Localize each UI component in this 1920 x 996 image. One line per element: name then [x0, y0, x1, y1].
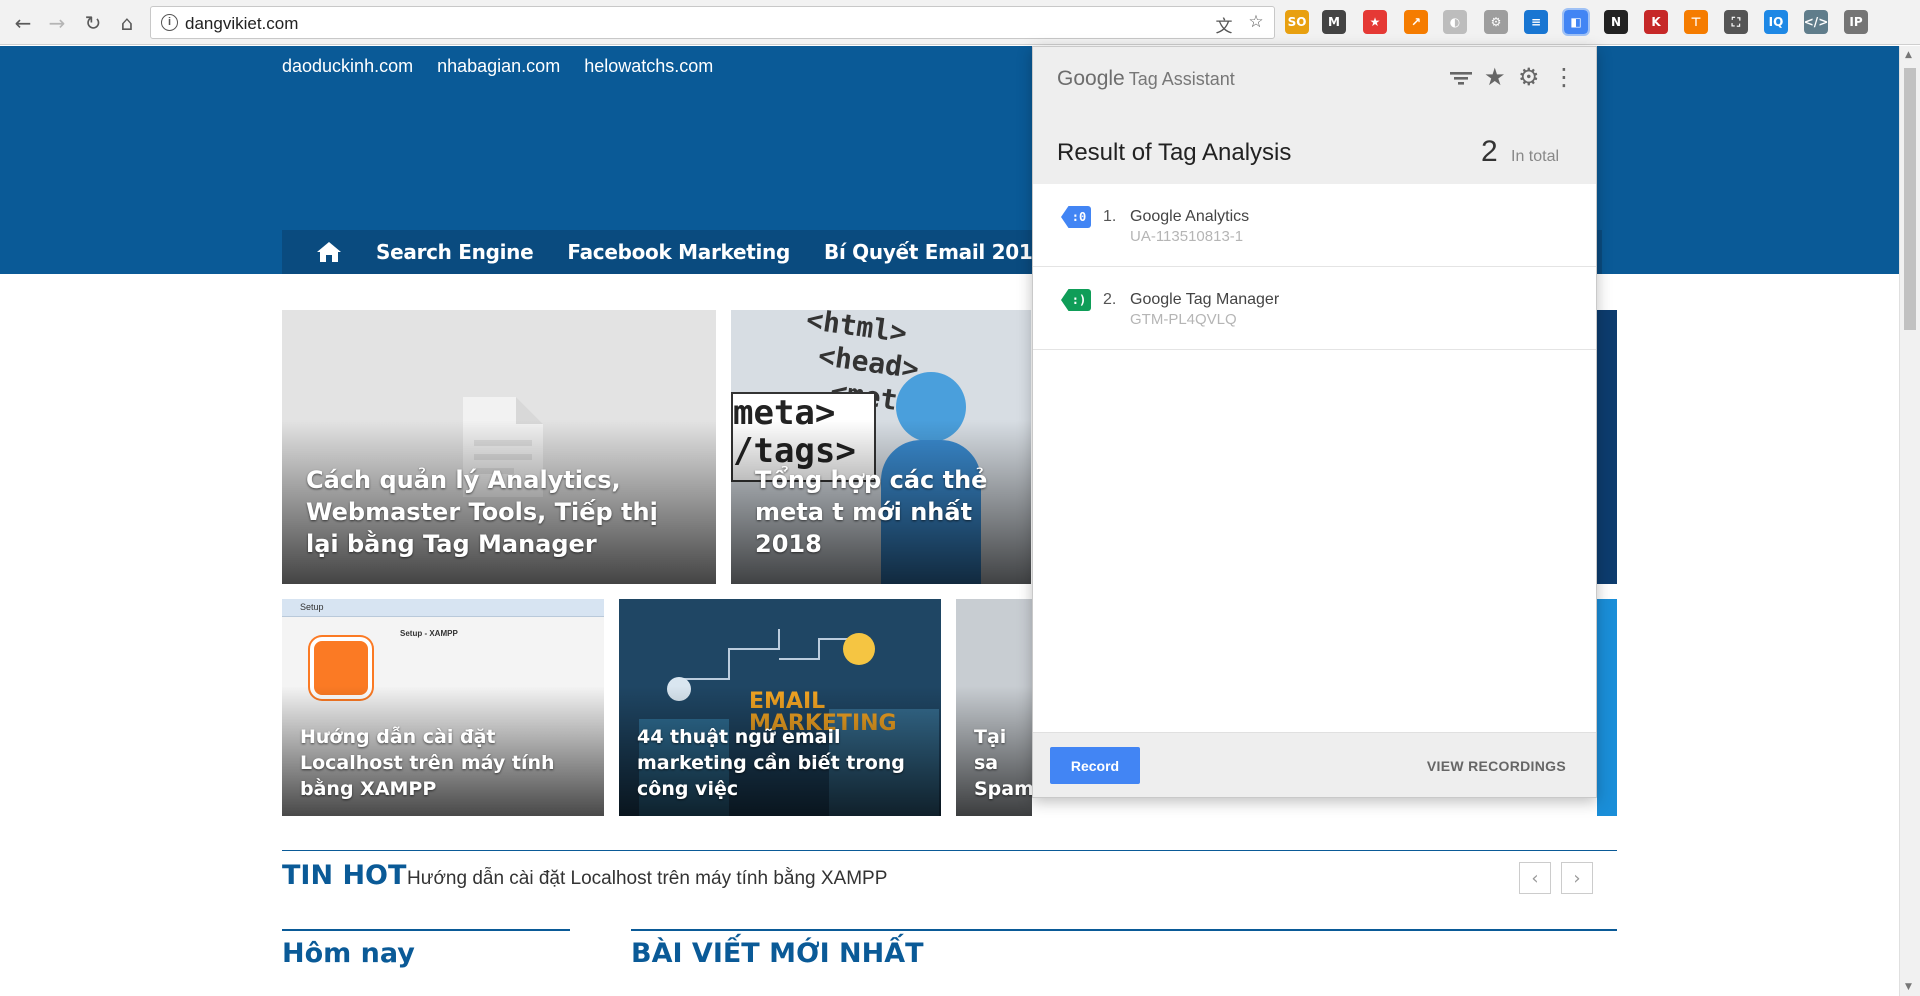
site-header: daoduckinh.com nhabagian.com helowatchs.… — [0, 46, 1899, 274]
scroll-down-icon[interactable]: ▼ — [1905, 982, 1912, 992]
web-page: daoduckinh.com nhabagian.com helowatchs.… — [0, 46, 1899, 996]
tag-row-google-tag-manager[interactable]: :) 2. Google Tag Manager GTM-PL4QVLQ — [1033, 267, 1596, 350]
view-recordings-link[interactable]: VIEW RECORDINGS — [1427, 758, 1566, 774]
popup-footer: Record VIEW RECORDINGS — [1033, 732, 1596, 797]
ticker-text[interactable]: Hướng dẫn cài đặt Localhost trên máy tín… — [407, 868, 887, 890]
menu-home-icon[interactable] — [282, 230, 376, 274]
n-extension-icon[interactable]: N — [1604, 10, 1628, 34]
settings-gear-icon[interactable]: ⚙ — [1518, 63, 1540, 91]
tag-name[interactable]: Google Analytics — [1130, 208, 1249, 226]
top-link[interactable]: daoduckinh.com — [282, 56, 413, 77]
reload-icon[interactable]: ↻ — [78, 8, 108, 38]
tag-number: 1. — [1103, 208, 1117, 225]
address-bar[interactable]: i dangvikiet.com 文 ☆ — [150, 6, 1275, 39]
back-icon[interactable]: ← — [8, 8, 38, 38]
setup-heading: Setup - XAMPP — [400, 629, 458, 638]
top-links: daoduckinh.com nhabagian.com helowatchs.… — [282, 56, 713, 77]
setup-window-titlebar: Setup — [282, 599, 604, 617]
featured-card-edge[interactable] — [1597, 310, 1617, 584]
section-divider — [282, 929, 570, 931]
tag-id: UA-113510813-1 — [1130, 228, 1244, 245]
brand-product: Tag Assistant — [1128, 69, 1235, 89]
browser-toolbar: ← → ↻ ⌂ i dangvikiet.com 文 ☆ SO M ★ ↗ ◐ ⚙ ≡ ◧ N K… — [0, 0, 1920, 45]
m-extension-icon[interactable]: M — [1322, 10, 1346, 34]
screenshot-extension-icon[interactable]: ⛶ — [1724, 10, 1748, 34]
brand-logo: Google Tag Assistant — [1057, 67, 1235, 91]
stack-extension-icon[interactable]: ≡ — [1524, 10, 1548, 34]
filter-icon[interactable] — [1449, 67, 1473, 95]
code-extension-icon[interactable]: </> — [1804, 10, 1828, 34]
post-card-edge[interactable] — [1597, 599, 1617, 816]
post-card[interactable]: Setup Setup - XAMPP Hướng dẫn cài đặt Lo… — [282, 599, 604, 816]
more-options-icon[interactable]: ⋮ — [1552, 63, 1576, 91]
home-icon[interactable]: ⌂ — [112, 8, 142, 38]
tag-number: 2. — [1103, 291, 1117, 308]
cashback-icon[interactable]: SO — [1285, 10, 1309, 34]
record-button[interactable]: Record — [1050, 747, 1140, 784]
top-link[interactable]: nhabagian.com — [437, 56, 560, 77]
popup-header: Google Tag Assistant ★ ⚙ ⋮ Result of Tag … — [1033, 47, 1596, 184]
bookmark-star-icon[interactable]: ☆ — [1245, 12, 1267, 34]
menu-item[interactable]: Search Engine — [376, 240, 534, 264]
url-text[interactable]: dangvikiet.com — [185, 14, 298, 34]
gear-extension-icon[interactable]: ⚙ — [1484, 10, 1508, 34]
post-card[interactable]: EMAILMARKETING 44 thuật ngữ email market… — [619, 599, 941, 816]
analytics-tag-icon: :0 — [1061, 206, 1091, 228]
tag-id: GTM-PL4QVLQ — [1130, 311, 1237, 328]
k-extension-icon[interactable]: K — [1644, 10, 1668, 34]
leaf-extension-icon[interactable]: ◐ — [1443, 10, 1467, 34]
menu-item[interactable]: Bí Quyết Email 2018 — [824, 240, 1046, 264]
post-card[interactable]: Tại sa Spam — [956, 599, 1032, 816]
site-info-icon[interactable]: i — [161, 14, 178, 31]
translate-icon[interactable]: 文 — [1213, 12, 1235, 37]
card-title[interactable]: Cách quản lý Analytics, Webmaster Tools,… — [306, 464, 696, 560]
featured-card[interactable]: Cách quản lý Analytics, Webmaster Tools,… — [282, 310, 716, 584]
hammer-extension-icon[interactable]: ⊤ — [1684, 10, 1708, 34]
card-title[interactable]: Tổng hợp các thẻ meta t mới nhất 2018 — [755, 464, 1011, 560]
result-title: Result of Tag Analysis — [1057, 139, 1292, 166]
star-extension-icon[interactable]: ★ — [1363, 10, 1387, 34]
forward-icon[interactable]: → — [42, 8, 72, 38]
total-count: 2 — [1481, 135, 1498, 168]
tag-name[interactable]: Google Tag Manager — [1130, 291, 1279, 309]
page-scrollbar[interactable]: ▲ ▼ — [1899, 46, 1920, 996]
scroll-up-icon[interactable]: ▲ — [1905, 50, 1912, 60]
star-icon[interactable]: ★ — [1484, 63, 1506, 91]
section-title-latest: BÀI VIẾT MỚI NHẤT — [631, 938, 924, 969]
scrollbar-thumb[interactable] — [1904, 68, 1916, 330]
card-title[interactable]: Hướng dẫn cài đặt Localhost trên máy tín… — [300, 724, 584, 802]
featured-card[interactable]: <html> <head> <meta na meta>/tags> Tổng … — [731, 310, 1031, 584]
tag-row-google-analytics[interactable]: :0 1. Google Analytics UA-113510813-1 — [1033, 184, 1596, 267]
tag-assistant-icon[interactable]: ◧ — [1562, 8, 1590, 36]
section-divider — [631, 929, 1617, 931]
ticker-divider — [282, 850, 1617, 851]
top-link[interactable]: helowatchs.com — [584, 56, 713, 77]
ip-extension-icon[interactable]: IP — [1844, 10, 1868, 34]
tag-manager-tag-icon: :) — [1061, 289, 1091, 311]
tag-assistant-popup: Google Tag Assistant ★ ⚙ ⋮ Result of Tag … — [1032, 46, 1597, 798]
ticker-next-icon[interactable]: › — [1561, 862, 1593, 894]
trend-extension-icon[interactable]: ↗ — [1404, 10, 1428, 34]
section-title-today: Hôm nay — [282, 938, 415, 969]
ticker-prev-icon[interactable]: ‹ — [1519, 862, 1551, 894]
card-title[interactable]: Tại sa Spam — [974, 724, 1032, 802]
brand-google: Google — [1057, 67, 1125, 90]
ticker-label: TIN HOT — [282, 860, 407, 891]
menu-item[interactable]: Facebook Marketing — [567, 240, 790, 264]
card-title[interactable]: 44 thuật ngữ email marketing cần biết tr… — [637, 724, 921, 802]
iq-extension-icon[interactable]: IQ — [1764, 10, 1788, 34]
total-label: In total — [1511, 148, 1560, 165]
